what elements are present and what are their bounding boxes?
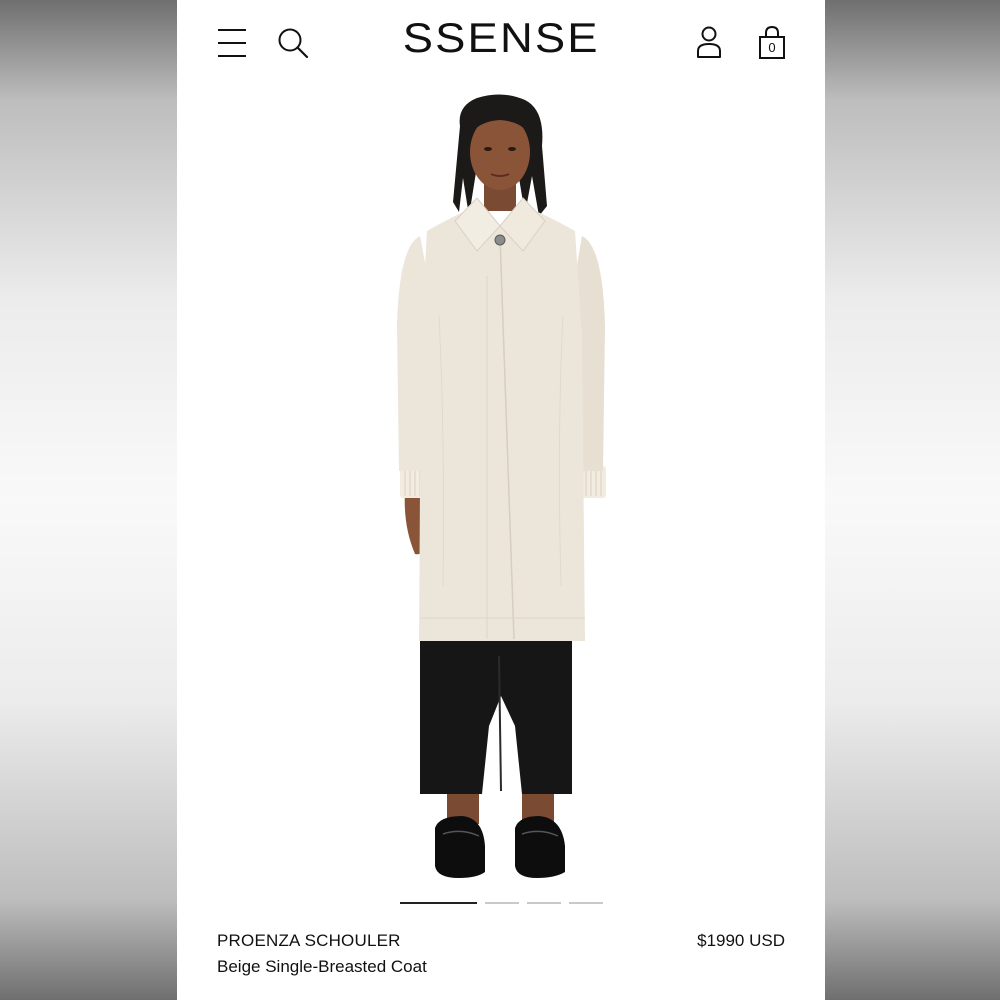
account-icon[interactable] bbox=[696, 26, 722, 59]
bag-count: 0 bbox=[768, 40, 776, 55]
product-image[interactable] bbox=[177, 86, 825, 886]
top-nav: SSENSE 0 bbox=[177, 0, 825, 86]
ssense-logo[interactable]: SSENSE bbox=[177, 14, 825, 62]
carousel-dot-1[interactable] bbox=[400, 902, 477, 904]
shopping-bag-icon[interactable]: 0 bbox=[758, 26, 786, 60]
product-page: SSENSE 0 PROENZA SCHOULER Beige Single-B… bbox=[177, 0, 825, 1000]
right-blur-border bbox=[825, 0, 1000, 1000]
carousel-dot-4[interactable] bbox=[569, 902, 603, 904]
carousel-dot-3[interactable] bbox=[527, 902, 561, 904]
product-name: Beige Single-Breasted Coat bbox=[217, 957, 427, 976]
left-blur-border bbox=[0, 0, 177, 1000]
product-brand[interactable]: PROENZA SCHOULER bbox=[217, 931, 401, 951]
carousel-dot-2[interactable] bbox=[485, 902, 519, 904]
product-price: $1990 USD bbox=[697, 931, 785, 950]
image-carousel-indicator bbox=[400, 902, 603, 905]
